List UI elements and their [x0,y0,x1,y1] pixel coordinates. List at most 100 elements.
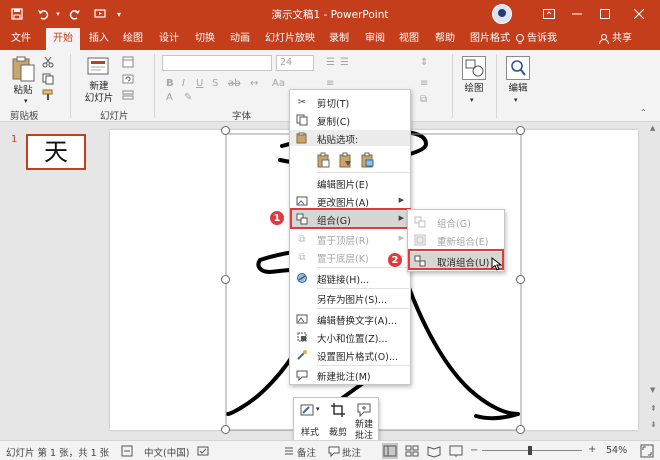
tab-draw[interactable]: 绘图 [118,28,148,50]
fit-to-window-icon[interactable] [640,444,654,458]
redo-icon[interactable] [66,5,84,23]
previous-slide-icon[interactable]: ⇞ [650,404,657,413]
submenu-item-ungroup[interactable]: 取消组合(U) [408,252,504,270]
share-button[interactable]: 共享 [612,28,632,50]
change-case-icon[interactable]: Aa [272,78,285,89]
paste-destination-theme-icon[interactable] [338,152,354,168]
scroll-down-icon[interactable]: ▼ [650,386,655,394]
zoom-in-icon[interactable]: + [588,444,596,455]
paste-keep-formatting-icon[interactable] [316,152,332,168]
tab-slideshow[interactable]: 幻灯片放映 [262,28,318,50]
notes-button[interactable]: 备注 [297,445,316,459]
paste-as-picture-icon[interactable] [360,152,376,168]
highlight-icon[interactable]: ✎ [184,92,192,103]
tab-view[interactable]: 视图 [394,28,424,50]
notes-icon[interactable] [283,445,295,457]
editing-button-label[interactable]: 编辑 [504,83,532,95]
save-icon[interactable] [8,5,26,23]
bold-icon[interactable]: B [166,78,174,89]
new-comment-icon[interactable] [356,402,372,418]
reading-view-icon[interactable] [426,443,442,459]
tell-me-search[interactable]: 告诉我 [527,28,557,50]
style-dropdown-icon[interactable]: ▾ [316,405,320,413]
resize-handle[interactable] [221,126,230,135]
paste-dropdown-icon[interactable]: ▾ [24,97,28,105]
start-from-beginning-icon[interactable] [91,5,109,23]
spelling-icon[interactable] [197,445,209,457]
paste-icon[interactable] [10,55,36,83]
crop-icon[interactable] [330,402,346,418]
avatar[interactable] [492,4,512,24]
resize-handle[interactable] [516,126,525,135]
menu-item-edit-picture[interactable]: 编辑图片(E) [290,174,410,192]
shapes-icon[interactable] [462,56,486,80]
collapse-ribbon-icon[interactable]: ⌃ [640,108,647,117]
menu-item-change-picture[interactable]: 更改图片(A) ▶ [290,192,410,210]
zoom-level[interactable]: 54% [606,445,627,456]
tab-design[interactable]: 设计 [154,28,184,50]
bullets-icon[interactable]: ☰ [326,57,335,68]
section-icon[interactable] [122,89,134,101]
strikethrough-icon[interactable]: ab [228,78,240,89]
submenu-item-regroup[interactable]: 重新组合(E) [408,231,504,249]
slide-thumbnail[interactable]: 天 [26,134,86,170]
crop-button-label[interactable]: 裁剪 [326,428,350,439]
align-left-icon[interactable]: ≡ [326,78,334,89]
close-icon[interactable] [628,4,650,24]
new-slide-icon[interactable] [86,56,112,78]
drawing-dropdown-icon[interactable]: ▾ [470,96,474,104]
undo-icon[interactable] [34,5,52,23]
zoom-slider-thumb[interactable] [528,446,532,455]
tab-record[interactable]: 录制 [324,28,354,50]
cut-icon[interactable] [42,56,54,68]
shadow-icon[interactable]: S [212,78,218,89]
tab-help[interactable]: 帮助 [430,28,460,50]
comments-button[interactable]: 批注 [342,445,361,459]
font-color-icon[interactable]: A [166,92,173,103]
tab-insert[interactable]: 插入 [84,28,114,50]
tab-home[interactable]: 开始 [46,28,80,50]
scroll-up-icon[interactable]: ▲ [650,124,655,132]
menu-item-new-comment[interactable]: 新建批注(M) [290,366,410,384]
zoom-out-icon[interactable]: − [470,445,478,456]
tab-review[interactable]: 审阅 [360,28,390,50]
slide-sorter-icon[interactable] [404,443,420,459]
resize-handle[interactable] [221,425,230,434]
style-button-label[interactable]: 样式 [298,428,322,439]
find-icon[interactable] [506,56,530,80]
tab-file[interactable]: 文件 [6,28,36,50]
text-direction-icon[interactable]: ⇕ [420,57,428,68]
resize-handle[interactable] [516,425,525,434]
undo-dropdown-icon[interactable]: ▾ [53,5,63,23]
font-size-box[interactable]: 24 [276,55,314,71]
format-painter-icon[interactable] [42,89,54,101]
normal-view-icon[interactable] [382,443,398,459]
smartart-icon[interactable]: ⧉ [420,94,427,105]
underline-icon[interactable]: U [196,78,203,89]
menu-item-copy[interactable]: 复制(C) [290,111,410,129]
accessibility-icon[interactable] [121,445,133,457]
menu-item-format-picture[interactable]: 设置图片格式(O)... [290,346,410,364]
zoom-slider-track[interactable] [482,450,582,451]
tab-transitions[interactable]: 切换 [190,28,220,50]
menu-item-size-position[interactable]: 大小和位置(Z)... [290,328,410,346]
menu-item-save-as-picture[interactable]: 另存为图片(S)... [290,289,410,307]
menu-item-hyperlink[interactable]: 超链接(H)... [290,269,410,287]
paste-button-label[interactable]: 粘贴 [10,85,36,97]
reset-slide-icon[interactable] [122,73,134,85]
numbering-icon[interactable]: ☰ [340,57,349,68]
layout-icon[interactable] [122,56,134,68]
customize-toolbar-icon[interactable]: ▾ [113,5,125,23]
resize-handle[interactable] [516,275,525,284]
vertical-scrollbar[interactable]: ▲ ▼ ⇞ ⇟ [648,122,660,440]
next-slide-icon[interactable]: ⇟ [650,420,657,429]
tab-animations[interactable]: 动画 [225,28,255,50]
ribbon-display-icon[interactable] [538,4,560,24]
resize-handle[interactable] [221,275,230,284]
style-icon[interactable] [300,402,316,418]
copy-icon[interactable] [42,73,54,85]
menu-item-group[interactable]: 组合(G) ▶ [290,210,410,228]
submenu-item-group[interactable]: 组合(G) [408,213,504,231]
slideshow-view-icon[interactable] [448,443,464,459]
italic-icon[interactable]: I [182,78,185,89]
